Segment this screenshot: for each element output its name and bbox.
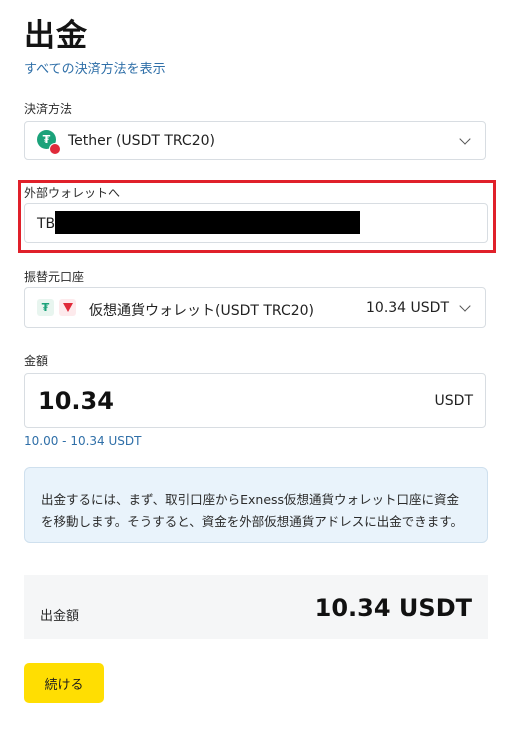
source-account-select[interactable]: ₮ 仮想通貨ウォレット(USDT TRC20) 10.34 USDT (24, 287, 486, 328)
amount-input[interactable]: 10.34 USDT (24, 373, 486, 428)
amount-range: 10.00 - 10.34 USDT (24, 434, 142, 448)
source-account-balance: 10.34 USDT (366, 300, 449, 316)
continue-button[interactable]: 続ける (24, 663, 104, 703)
payment-method-value: Tether (USDT TRC20) (68, 133, 215, 149)
chevron-down-icon (459, 300, 471, 312)
wallet-address-value: TB (37, 216, 56, 232)
chevron-down-icon (459, 133, 471, 145)
external-wallet-label: 外部ウォレットへ (24, 186, 121, 200)
redaction-bar (55, 211, 360, 234)
amount-value: 10.34 (38, 387, 114, 415)
amount-label: 金額 (24, 354, 49, 368)
tether-icon: ₮ (37, 299, 54, 316)
tron-icon (59, 299, 76, 316)
summary-value: 10.34 USDT (314, 594, 472, 622)
page-title: 出金 (24, 18, 88, 54)
show-all-methods-link[interactable]: すべての決済方法を表示 (24, 58, 166, 77)
info-text-line-1: 出金するには、まず、取引口座からExness仮想通貨ウォレット口座に資金 (41, 492, 460, 507)
info-text-line-2: を移動します。そうすると、資金を外部仮想通貨アドレスに出金できます。 (41, 514, 464, 529)
source-account-label: 振替元口座 (24, 270, 85, 284)
amount-currency: USDT (434, 393, 473, 409)
withdrawal-summary: 出金額 10.34 USDT (24, 575, 488, 639)
tron-badge-icon (49, 143, 61, 155)
payment-method-select[interactable]: ₮ Tether (USDT TRC20) (24, 121, 486, 160)
payment-method-label: 決済方法 (24, 102, 73, 116)
info-box: 出金するには、まず、取引口座からExness仮想通貨ウォレット口座に資金 を移動… (24, 467, 488, 543)
source-account-name: 仮想通貨ウォレット(USDT TRC20) (89, 303, 315, 319)
summary-label: 出金額 (40, 609, 80, 624)
